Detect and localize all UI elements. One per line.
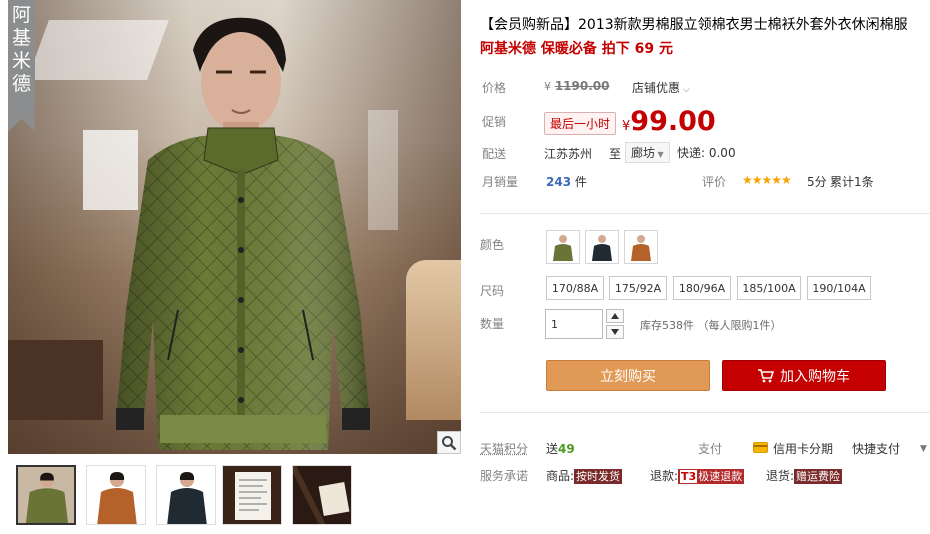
currency-symbol: ¥: [544, 80, 551, 93]
price-box: 价格 ¥ 1190.00 店铺优惠 ⌵ 促销 最后一小时 ¥99.00 配送 江…: [472, 66, 922, 198]
credit-card-icon: [753, 442, 768, 456]
service-refund-tag: T3 极速退款: [678, 469, 745, 484]
ship-label: 配送: [482, 147, 507, 161]
product-gallery: 阿基米德: [0, 0, 462, 534]
thumbnail-label-detail[interactable]: [292, 465, 352, 525]
size-option-175[interactable]: 175/92A: [609, 276, 667, 300]
review-count-link[interactable]: 累计1条: [830, 173, 874, 190]
points-prefix: 送: [546, 442, 559, 456]
original-price: ¥ 1190.00: [544, 79, 609, 93]
main-product-image[interactable]: [8, 0, 461, 454]
rating-score: 5分: [807, 175, 827, 189]
points-value: 送49: [546, 440, 575, 457]
triangle-down-icon: ▼: [655, 150, 664, 159]
thumbnail-olive-jacket[interactable]: [16, 465, 76, 525]
size-option-180[interactable]: 180/96A: [673, 276, 731, 300]
service-label: 服务承诺: [480, 469, 529, 483]
promo-label: 促销: [482, 115, 507, 129]
color-swatch-brown[interactable]: [624, 230, 658, 264]
credit-installment-link[interactable]: 信用卡分期: [773, 440, 833, 457]
add-to-cart-button[interactable]: 加入购物车: [722, 360, 886, 391]
chevron-down-icon: ⌵: [680, 85, 690, 95]
triangle-down-icon: [611, 329, 619, 335]
price-label: 价格: [482, 81, 507, 95]
service-goods-prefix: 商品:: [546, 469, 575, 483]
ship-destination-value: 廊坊: [631, 146, 656, 160]
points-label-text: 天猫积分: [480, 442, 529, 456]
zoom-magnifier-icon[interactable]: [437, 431, 461, 454]
quantity-decrease-button[interactable]: [606, 325, 624, 339]
service-refund-prefix: 退款:: [650, 469, 679, 483]
brand-banner: 阿基米德: [8, 0, 35, 132]
ship-to-word: 至: [609, 147, 622, 161]
sales-value: 243: [546, 175, 572, 189]
service-return-prefix: 退货:: [766, 469, 795, 483]
shop-promo-dropdown[interactable]: 店铺优惠 ⌵: [632, 79, 690, 96]
thumbnail-brown-jacket[interactable]: [86, 465, 146, 525]
product-title: 【会员购新品】2013新款男棉服立领棉衣男士棉袄外套外衣休闲棉服: [480, 17, 908, 33]
promo-badge: 最后一小时: [544, 112, 617, 135]
background-chair: [406, 260, 461, 420]
service-return-tag: 赠运费险: [794, 469, 843, 484]
divider: [480, 412, 930, 413]
points-label: 天猫积分: [480, 440, 528, 457]
service-return[interactable]: 退货: 赠运费险: [766, 467, 843, 484]
ship-fee: 快递: 0.00: [677, 146, 736, 160]
quantity-label: 数量: [480, 317, 505, 331]
rating-stars: ★★★★★: [742, 173, 792, 187]
t3-badge: T3: [680, 470, 698, 483]
original-price-value: 1190.00: [554, 79, 610, 93]
promo-price-value: 99.00: [630, 106, 716, 137]
color-label: 颜色: [480, 238, 505, 252]
pay-label: 支付: [698, 442, 723, 456]
express-pay-link[interactable]: 快捷支付: [852, 440, 900, 457]
ship-destination-select[interactable]: 廊坊 ▼: [625, 142, 670, 163]
size-option-190[interactable]: 190/104A: [807, 276, 871, 300]
cart-icon: [758, 368, 774, 382]
active-thumbnail-pointer: [44, 465, 56, 466]
divider: [480, 213, 930, 214]
add-to-cart-label: 加入购物车: [780, 368, 850, 385]
quantity-input[interactable]: [545, 309, 603, 339]
size-option-170[interactable]: 170/88A: [546, 276, 604, 300]
service-goods-tag: 按时发货: [574, 469, 623, 484]
stock-info: 库存538件 （每人限购1件）: [640, 319, 782, 332]
buy-now-button[interactable]: 立刻购买: [546, 360, 710, 391]
triangle-up-icon: [611, 313, 619, 319]
sales-label: 月销量: [482, 175, 519, 189]
ship-from: 江苏苏州: [544, 147, 593, 161]
rating-label: 评价: [702, 175, 727, 189]
sales-unit: 件: [574, 175, 587, 189]
service-refund[interactable]: 退款: T3 极速退款: [650, 467, 745, 484]
service-goods[interactable]: 商品: 按时发货: [546, 467, 623, 484]
product-subtitle: 阿基米德 保暖必备 拍下 69 元: [480, 41, 673, 57]
monthly-sales: 243 件: [546, 173, 587, 190]
shop-promo-label: 店铺优惠: [632, 81, 681, 95]
color-swatch-olive[interactable]: [546, 230, 580, 264]
quantity-increase-button[interactable]: [606, 309, 624, 323]
chevron-down-icon[interactable]: ▼: [920, 444, 927, 454]
model-wearing-jacket: [116, 17, 370, 450]
background-cabinet: [8, 340, 103, 420]
size-option-185[interactable]: 185/100A: [737, 276, 801, 300]
thumbnail-navy-jacket[interactable]: [156, 465, 216, 525]
promo-price: ¥99.00: [622, 106, 716, 137]
service-refund-tag-text: 极速退款: [698, 470, 743, 483]
size-label: 尺码: [480, 284, 505, 298]
thumbnail-tag-detail[interactable]: [222, 465, 282, 525]
points-number: 49: [558, 442, 575, 456]
color-swatch-navy[interactable]: [585, 230, 619, 264]
product-info-panel: 【会员购新品】2013新款男棉服立领棉衣男士棉袄外套外衣休闲棉服 阿基米德 保暖…: [462, 0, 930, 534]
